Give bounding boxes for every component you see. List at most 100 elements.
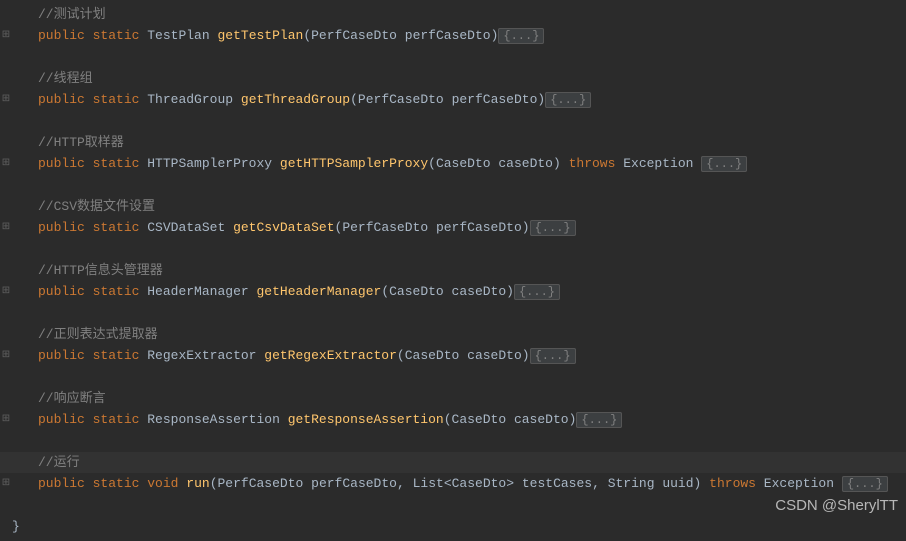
return-type: CSVDataSet	[147, 220, 225, 235]
comment-text: //线程组	[38, 71, 93, 86]
param-type: String	[608, 476, 655, 491]
return-type: void	[147, 476, 178, 491]
fold-icon[interactable]: ⊞	[0, 153, 12, 174]
param-type: PerfCaseDto	[358, 92, 444, 107]
fold-icon[interactable]: ⊞	[0, 217, 12, 238]
blank-line	[0, 47, 906, 68]
close-brace: }	[12, 519, 20, 534]
code-line: //HTTP信息头管理器	[0, 260, 906, 281]
blank-line	[0, 367, 906, 388]
folded-block[interactable]: {...}	[498, 28, 544, 44]
keyword: public	[38, 284, 85, 299]
blank-line	[0, 495, 906, 516]
param-name: perfCaseDto	[311, 476, 397, 491]
param-type: CaseDto	[405, 348, 460, 363]
folded-block[interactable]: {...}	[530, 220, 576, 236]
comment-text: //CSV数据文件设置	[38, 199, 155, 214]
param-name: perfCaseDto	[452, 92, 538, 107]
comment-text: //HTTP信息头管理器	[38, 263, 163, 278]
blank-line	[0, 111, 906, 132]
code-line: ⊞ public static ThreadGroup getThreadGro…	[0, 89, 906, 111]
folded-block[interactable]: {...}	[576, 412, 622, 428]
param-name: caseDto	[452, 284, 507, 299]
param-name: caseDto	[498, 156, 553, 171]
generic-type: CaseDto	[452, 476, 507, 491]
keyword: public	[38, 92, 85, 107]
code-line: //线程组	[0, 68, 906, 89]
keyword: public	[38, 220, 85, 235]
blank-line	[0, 239, 906, 260]
keyword: static	[93, 412, 140, 427]
code-line: //测试计划	[0, 4, 906, 25]
param-type: PerfCaseDto	[311, 28, 397, 43]
folded-block[interactable]: {...}	[545, 92, 591, 108]
code-line: ⊞ public static HeaderManager getHeaderM…	[0, 281, 906, 303]
comment-text: //测试计划	[38, 7, 106, 22]
code-line: ⊞ public static void run(PerfCaseDto per…	[0, 473, 906, 495]
keyword: static	[93, 92, 140, 107]
code-line: ⊞ public static TestPlan getTestPlan(Per…	[0, 25, 906, 47]
code-line: ⊞ public static CSVDataSet getCsvDataSet…	[0, 217, 906, 239]
method-name: getTestPlan	[217, 28, 303, 43]
code-editor[interactable]: //测试计划 ⊞ public static TestPlan getTestP…	[0, 0, 906, 541]
exception-type: Exception	[623, 156, 693, 171]
fold-icon[interactable]: ⊞	[0, 89, 12, 110]
code-line: //响应断言	[0, 388, 906, 409]
fold-icon[interactable]: ⊞	[0, 473, 12, 494]
code-line: }	[0, 516, 906, 537]
comment-text: //响应断言	[38, 391, 106, 406]
blank-line	[0, 303, 906, 324]
code-line: ⊞ public static RegexExtractor getRegexE…	[0, 345, 906, 367]
method-name: getThreadGroup	[241, 92, 350, 107]
return-type: ThreadGroup	[147, 92, 233, 107]
keyword: static	[93, 220, 140, 235]
param-type: PerfCaseDto	[218, 476, 304, 491]
param-name: uuid	[662, 476, 693, 491]
keyword: public	[38, 476, 85, 491]
code-line-highlighted: //运行	[0, 452, 906, 473]
keyword: static	[93, 476, 140, 491]
param-type: CaseDto	[389, 284, 444, 299]
fold-icon[interactable]: ⊞	[0, 25, 12, 46]
keyword: public	[38, 156, 85, 171]
folded-block[interactable]: {...}	[530, 348, 576, 364]
fold-icon[interactable]: ⊞	[0, 409, 12, 430]
code-line: ⊞ public static HTTPSamplerProxy getHTTP…	[0, 153, 906, 175]
comment-text: //运行	[38, 455, 80, 470]
return-type: HTTPSamplerProxy	[147, 156, 272, 171]
code-line: ⊞ public static ResponseAssertion getRes…	[0, 409, 906, 431]
param-name: perfCaseDto	[405, 28, 491, 43]
param-name: testCases	[522, 476, 592, 491]
return-type: TestPlan	[147, 28, 209, 43]
comment-text: //正则表达式提取器	[38, 327, 158, 342]
method-name: getHTTPSamplerProxy	[280, 156, 428, 171]
keyword: throws	[709, 476, 756, 491]
param-name: perfCaseDto	[436, 220, 522, 235]
keyword: public	[38, 28, 85, 43]
keyword: public	[38, 412, 85, 427]
exception-type: Exception	[764, 476, 834, 491]
code-line: //CSV数据文件设置	[0, 196, 906, 217]
method-name: getResponseAssertion	[288, 412, 444, 427]
return-type: RegexExtractor	[147, 348, 256, 363]
keyword: static	[93, 284, 140, 299]
folded-block[interactable]: {...}	[701, 156, 747, 172]
code-line: //HTTP取样器	[0, 132, 906, 153]
keyword: static	[93, 28, 140, 43]
blank-line	[0, 175, 906, 196]
folded-block[interactable]: {...}	[514, 284, 560, 300]
code-line: //正则表达式提取器	[0, 324, 906, 345]
method-name: getHeaderManager	[256, 284, 381, 299]
param-type: PerfCaseDto	[342, 220, 428, 235]
folded-block[interactable]: {...}	[842, 476, 888, 492]
param-name: caseDto	[467, 348, 522, 363]
comment-text: //HTTP取样器	[38, 135, 124, 150]
param-type: CaseDto	[436, 156, 491, 171]
fold-icon[interactable]: ⊞	[0, 281, 12, 302]
method-name: getRegexExtractor	[264, 348, 397, 363]
return-type: ResponseAssertion	[147, 412, 280, 427]
fold-icon[interactable]: ⊞	[0, 345, 12, 366]
param-name: caseDto	[514, 412, 569, 427]
method-name: getCsvDataSet	[233, 220, 334, 235]
param-type: List	[413, 476, 444, 491]
